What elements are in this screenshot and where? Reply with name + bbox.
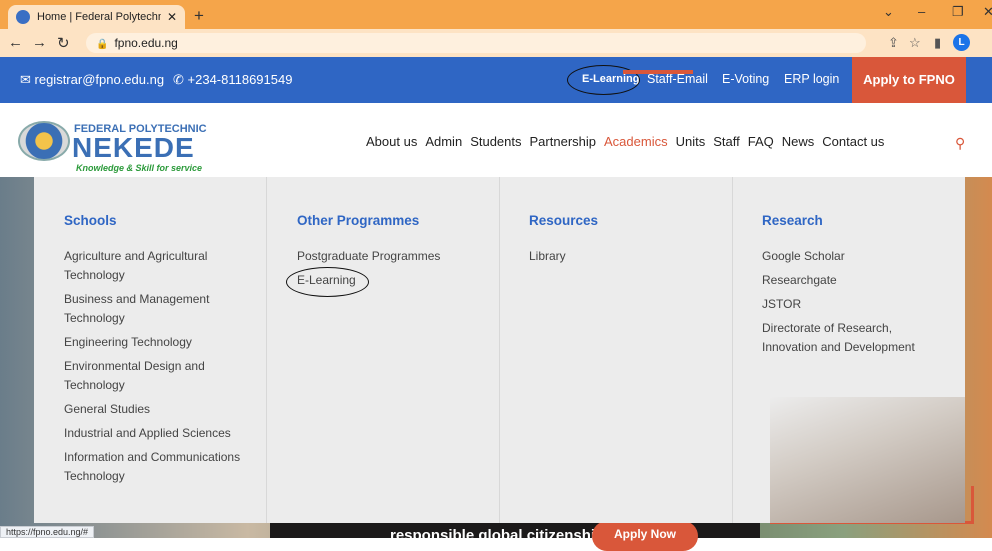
menu-column-other-programmes: Other Programmes Postgraduate Programmes… [267, 177, 500, 523]
column-title: Schools [64, 213, 117, 228]
back-arrow-icon[interactable]: ← [8, 34, 23, 51]
menu-item[interactable]: Researchgate [762, 271, 932, 290]
window-close-icon[interactable]: ✕ [983, 4, 992, 20]
nav-contact-us[interactable]: Contact us [822, 134, 884, 149]
nav-active-indicator [623, 70, 693, 74]
side-panel-icon[interactable]: ▮ [934, 35, 941, 51]
restore-icon[interactable]: ❐ [952, 4, 964, 20]
column-title: Research [762, 213, 823, 228]
nav-staff[interactable]: Staff [713, 134, 740, 149]
topbar-link-erp-login[interactable]: ERP login [784, 72, 839, 86]
menu-item[interactable]: General Studies [64, 400, 249, 419]
profile-avatar[interactable]: L [953, 34, 970, 51]
nav-admin[interactable]: Admin [425, 134, 462, 149]
nav-faq[interactable]: FAQ [748, 134, 774, 149]
browser-tab-bar: Home | Federal Polytechnic Neke ✕ + ⌄ – … [0, 0, 992, 29]
nav-academics[interactable]: Academics [604, 134, 668, 149]
minimize-icon[interactable]: – [918, 4, 925, 19]
reload-icon[interactable]: ↻ [57, 34, 70, 52]
handdrawn-circle-menu-elearning [286, 267, 369, 297]
site-topbar: ✉ registrar@fpno.edu.ng ✆ +234-811869154… [0, 57, 992, 103]
students-photo [770, 397, 965, 523]
menu-item[interactable]: Google Scholar [762, 247, 932, 266]
nav-students[interactable]: Students [470, 134, 521, 149]
share-icon[interactable]: ⇪ [888, 35, 899, 51]
hero-banner-text: responsible global citizenship [390, 527, 605, 544]
bookmark-star-icon[interactable]: ☆ [909, 35, 921, 51]
url-field[interactable]: 🔒 fpno.edu.ng [86, 33, 866, 53]
tab-title: Home | Federal Polytechnic Neke [37, 11, 161, 23]
column-title: Other Programmes [297, 213, 420, 228]
site-header: FEDERAL POLYTECHNIC NEKEDE Knowledge & S… [0, 103, 992, 177]
academics-mega-menu: Schools Agriculture and Agricultural Tec… [34, 177, 965, 523]
logo-tagline: Knowledge & Skill for service [76, 163, 203, 173]
nav-about-us[interactable]: About us [366, 134, 417, 149]
address-toolbar: ← → ↻ 🔒 fpno.edu.ng ⇪ ☆ ▮ [0, 29, 992, 57]
site-favicon-icon [16, 10, 30, 24]
topbar-link-staff-email[interactable]: Staff-Email [647, 72, 708, 86]
menu-item[interactable]: Industrial and Applied Sciences [64, 424, 249, 443]
menu-item[interactable]: Environmental Design and Technology [64, 357, 249, 395]
logo-line2: NEKEDE [72, 132, 195, 163]
nav-partnership[interactable]: Partnership [530, 134, 596, 149]
browser-tab[interactable]: Home | Federal Polytechnic Neke ✕ [8, 5, 185, 29]
menu-column-resources: Resources Library [500, 177, 733, 523]
phone-link[interactable]: ✆ +234-8118691549 [173, 72, 292, 88]
forward-arrow-icon[interactable]: → [32, 34, 47, 51]
topbar-link-evoting[interactable]: E-Voting [722, 72, 769, 86]
lock-icon: 🔒 [96, 39, 109, 50]
nav-news[interactable]: News [782, 134, 815, 149]
menu-item[interactable]: Postgraduate Programmes [297, 247, 497, 266]
search-icon[interactable]: ⚲ [955, 135, 965, 152]
new-tab-button[interactable]: + [194, 6, 204, 26]
nav-units[interactable]: Units [676, 134, 706, 149]
hero-apply-now-button[interactable]: Apply Now [592, 521, 698, 551]
menu-item[interactable]: Library [529, 247, 729, 266]
logo-emblem-icon[interactable] [18, 121, 70, 161]
column-title: Resources [529, 213, 599, 228]
tab-search-chevron-icon[interactable]: ⌄ [883, 4, 894, 20]
menu-item[interactable]: Directorate of Research, Innovation and … [762, 319, 932, 357]
menu-item[interactable]: Agriculture and Agricultural Technology [64, 247, 249, 285]
url-text: fpno.edu.ng [114, 36, 178, 50]
menu-item[interactable]: Engineering Technology [64, 333, 249, 352]
menu-item[interactable]: Information and Communications Technolog… [64, 448, 249, 486]
main-nav: About us Admin Students Partnership Acad… [366, 134, 892, 149]
status-bar-url: https://fpno.edu.ng/# [0, 526, 95, 538]
apply-button[interactable]: Apply to FPNO [852, 57, 966, 103]
email-link[interactable]: ✉ registrar@fpno.edu.ng [20, 72, 164, 88]
menu-item[interactable]: Business and Management Technology [64, 290, 249, 328]
tab-close-icon[interactable]: ✕ [167, 10, 177, 24]
menu-item[interactable]: JSTOR [762, 295, 932, 314]
menu-column-schools: Schools Agriculture and Agricultural Tec… [34, 177, 267, 523]
